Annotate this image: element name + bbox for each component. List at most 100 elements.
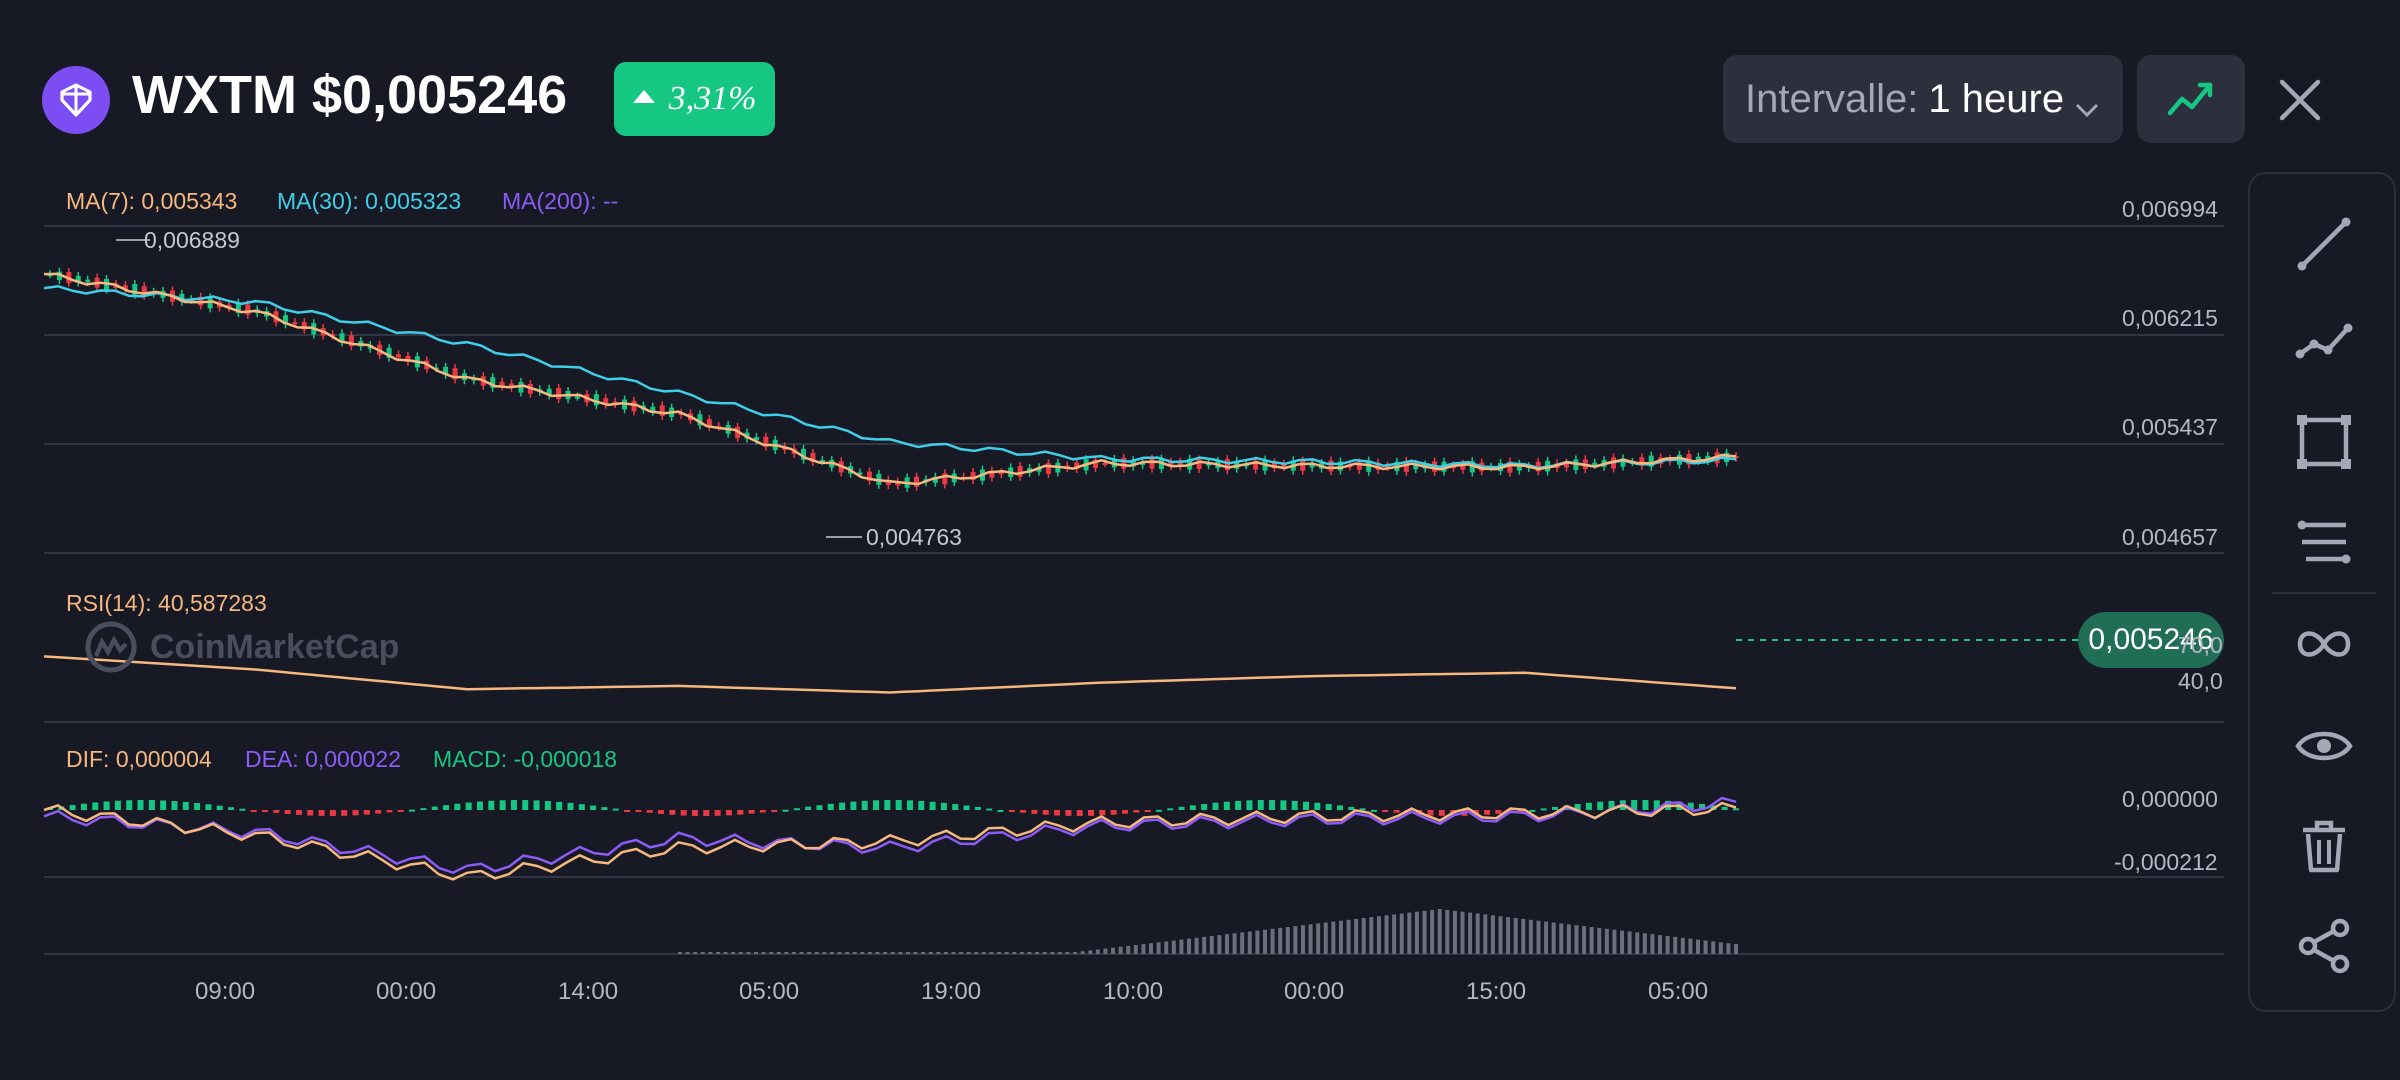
volume-bar xyxy=(1597,927,1602,954)
volume-bar xyxy=(1430,909,1435,954)
macd-bar xyxy=(1212,802,1219,810)
close-button[interactable] xyxy=(2270,70,2330,130)
volume-bar xyxy=(1004,952,1009,954)
candlestick xyxy=(556,387,562,400)
interval-select[interactable]: Intervalle: 1 heure xyxy=(1723,55,2123,143)
volume-bar xyxy=(1103,948,1108,954)
macd-bar xyxy=(782,809,789,812)
macd-bar xyxy=(216,805,223,810)
volume-bar xyxy=(1156,942,1161,954)
share-tool[interactable] xyxy=(2274,906,2374,986)
macd-bar xyxy=(680,810,687,816)
macd-bar xyxy=(273,810,280,813)
macd-bar xyxy=(1155,809,1162,812)
volume-bar xyxy=(928,952,933,954)
macd-bar xyxy=(827,803,834,810)
trend-line-tool[interactable] xyxy=(2274,204,2374,284)
macd-bar xyxy=(1099,810,1106,816)
line-chart-icon xyxy=(2167,82,2213,116)
macd-bar xyxy=(895,800,902,810)
time-axis-label: 00:00 xyxy=(376,978,437,1005)
volume-bar xyxy=(1027,952,1032,954)
delete-tool[interactable] xyxy=(2274,806,2374,886)
candlestick xyxy=(396,354,402,358)
macd-legend: MACD: -0,000018 xyxy=(433,746,618,772)
macd-bar xyxy=(1189,805,1196,810)
volume-bar xyxy=(1407,912,1412,954)
price-axis-label: 0,006994 xyxy=(2122,196,2218,222)
chart-area[interactable]: CoinMarketCap MA(7): 0,005343 MA(30): 0,… xyxy=(0,170,2260,1080)
volume-bar xyxy=(1688,938,1693,954)
volume-bar xyxy=(1065,952,1070,954)
volume-bar xyxy=(1734,944,1738,954)
macd-bar xyxy=(703,810,710,816)
volume-bar xyxy=(1149,943,1154,954)
rectangle-tool[interactable] xyxy=(2274,402,2374,482)
time-axis-label: 05:00 xyxy=(1648,978,1709,1005)
volume-bar xyxy=(1050,952,1055,954)
volume-bar xyxy=(829,952,834,954)
macd-bar xyxy=(1246,800,1253,810)
volume-bar xyxy=(1080,951,1085,954)
chart-type-button[interactable] xyxy=(2137,55,2245,143)
volume-bar xyxy=(1224,934,1229,954)
macd-bar xyxy=(1042,810,1049,815)
macd-bar xyxy=(929,801,936,810)
volume-bar xyxy=(959,952,964,954)
time-axis-label: 19:00 xyxy=(921,978,982,1005)
candlestick xyxy=(1121,457,1127,469)
volume-bar xyxy=(1627,931,1632,954)
parallel-lines-tool[interactable] xyxy=(2274,502,2374,582)
macd-bar xyxy=(454,803,461,810)
visibility-tool[interactable] xyxy=(2274,706,2374,786)
volume-bar xyxy=(1247,931,1252,954)
volume-bar xyxy=(905,952,910,954)
macd-bar xyxy=(1121,810,1128,814)
volume-bar xyxy=(1521,918,1526,954)
volume-bar xyxy=(761,952,766,954)
volume-bar xyxy=(1392,914,1397,954)
macd-bar xyxy=(171,801,178,810)
macd-bar xyxy=(386,810,393,813)
magnet-tool[interactable] xyxy=(2274,604,2374,684)
macd-bar xyxy=(1484,810,1491,815)
polyline-tool[interactable] xyxy=(2274,302,2374,382)
macd-bar xyxy=(318,810,325,816)
volume-bar xyxy=(974,952,979,954)
volume-bar xyxy=(1566,924,1571,954)
volume-bar xyxy=(837,952,842,954)
volume-bar xyxy=(1445,909,1450,954)
macd-bar xyxy=(465,802,472,810)
volume-bar xyxy=(989,952,994,954)
volume-bar xyxy=(1361,918,1366,954)
volume-bar xyxy=(1726,943,1731,954)
volume-bar xyxy=(1498,916,1503,954)
volume-bar xyxy=(1316,923,1321,954)
token-title: WXTM $0,005246 xyxy=(132,65,568,125)
macd-bar xyxy=(1336,805,1343,810)
volume-bar xyxy=(1544,921,1549,954)
parallel-lines-icon xyxy=(2297,520,2351,564)
macd-bar xyxy=(1020,810,1027,813)
dea-legend: DEA: 0,000022 xyxy=(245,746,402,772)
macd-bar xyxy=(160,800,167,810)
candlestick xyxy=(245,304,251,315)
volume-bar xyxy=(1179,939,1184,954)
volume-bar xyxy=(746,952,751,954)
macd-bar xyxy=(1291,800,1298,810)
candlestick xyxy=(574,396,580,399)
volume-bar xyxy=(1528,919,1533,954)
volume-bar xyxy=(791,952,796,954)
volume-bar xyxy=(1673,936,1678,954)
arrow-up-icon xyxy=(632,89,655,103)
volume-bar xyxy=(1642,933,1647,954)
trash-icon xyxy=(2303,820,2345,873)
eye-icon xyxy=(2295,731,2353,761)
candlestick xyxy=(1102,462,1108,465)
macd-bar xyxy=(1597,801,1604,810)
volume-bar xyxy=(1422,910,1427,954)
grid-lines xyxy=(44,225,2224,955)
volume-bar xyxy=(1035,952,1040,954)
macd-bar xyxy=(1065,810,1072,816)
macd-bar xyxy=(443,805,450,810)
